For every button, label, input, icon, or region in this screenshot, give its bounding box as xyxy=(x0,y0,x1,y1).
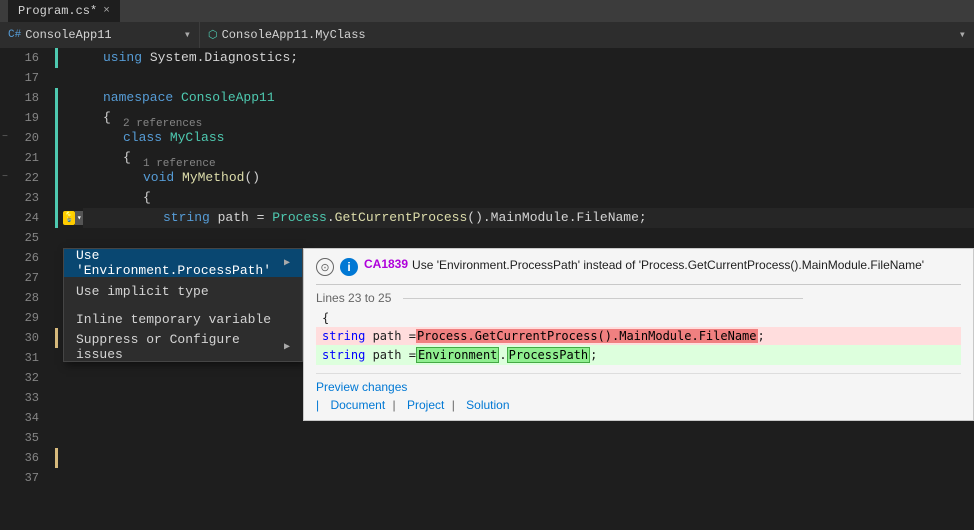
file-dropdown-label: ConsoleApp11 xyxy=(25,28,111,42)
code-line-17 xyxy=(83,68,974,88)
submenu-arrow-3: ▶ xyxy=(284,341,290,353)
info-circle-icon: i xyxy=(340,258,358,276)
info-popup: ⊙ i CA1839 Use 'Environment.ProcessPath'… xyxy=(303,248,974,421)
solution-link[interactable]: Solution xyxy=(466,398,509,412)
footer-links: | Document | Project | Solution xyxy=(316,398,961,412)
diff-line-brace: { xyxy=(316,309,961,327)
gutter-37: 37 xyxy=(0,468,47,488)
gutter-26: 26 xyxy=(0,248,47,268)
gutter-27: 27 xyxy=(0,268,47,288)
code-line-16: using System.Diagnostics; xyxy=(83,48,974,68)
code-line-35 xyxy=(83,428,974,448)
class-dropdown-chevron: ▾ xyxy=(959,27,966,42)
lightbulb-icon[interactable]: 💡 xyxy=(63,211,75,225)
code-line-23: { xyxy=(83,188,974,208)
dropdown-chevron: ▾ xyxy=(184,27,191,42)
menu-item-implicit-type[interactable]: Use implicit type xyxy=(64,277,302,305)
change-indicators xyxy=(55,48,63,530)
diff-label: Lines 23 to 25 xyxy=(316,291,961,305)
gutter-35: 35 xyxy=(0,428,47,448)
gutter-31: 31 xyxy=(0,348,47,368)
submenu-arrow-0: ▶ xyxy=(284,257,290,269)
lightbulb-dropdown-arrow[interactable]: ▾ xyxy=(75,211,83,225)
gutter-34: 34 xyxy=(0,408,47,428)
gutter-25: 25 xyxy=(0,228,47,248)
expand-icon[interactable]: ⊙ xyxy=(316,258,334,276)
gutter-36: 36 xyxy=(0,448,47,468)
menu-item-suppress[interactable]: Suppress or Configure issues ▶ xyxy=(64,333,302,361)
footer-separator: | xyxy=(316,398,319,412)
gutter-16: 16 xyxy=(0,48,47,68)
code-line-36 xyxy=(83,448,974,468)
gutter-32: 32 xyxy=(0,368,47,388)
diff-added-line: string path = Environment . ProcessPath … xyxy=(316,345,961,365)
gutter-22: −22 xyxy=(0,168,47,188)
menu-item-label-use-env: Use 'Environment.ProcessPath' xyxy=(76,248,284,278)
document-link[interactable]: Document xyxy=(330,398,385,412)
gutter-20: −20 xyxy=(0,128,47,148)
added-highlight-env: Environment xyxy=(416,347,499,363)
class-icon: ⬡ xyxy=(208,28,218,42)
code-line-20: 2 references class MyClass xyxy=(83,128,974,148)
gutter-24: 24 xyxy=(0,208,47,228)
gutter-33: 33 xyxy=(0,388,47,408)
menu-item-inline-temp[interactable]: Inline temporary variable xyxy=(64,305,302,333)
csharp-icon: C# xyxy=(8,29,21,41)
added-highlight-path: ProcessPath xyxy=(507,347,590,363)
file-tab[interactable]: Program.cs* × xyxy=(8,0,120,22)
gutter-19: 19 xyxy=(0,108,47,128)
preview-changes-link[interactable]: Preview changes xyxy=(316,373,961,394)
collapse-20[interactable]: − xyxy=(2,128,8,148)
menu-item-label-suppress: Suppress or Configure issues xyxy=(76,332,284,362)
nav-bar: C# ConsoleApp11 ▾ ⬡ ConsoleApp11.MyClass… xyxy=(0,22,974,48)
gutter-18: 18 xyxy=(0,88,47,108)
code-line-25 xyxy=(83,228,974,248)
menu-item-label-inline: Inline temporary variable xyxy=(76,312,271,327)
ca-code: CA1839 xyxy=(364,257,408,271)
gutter-17: 17 xyxy=(0,68,47,88)
gutter-21: 21 xyxy=(0,148,47,168)
diff-removed-line: string path = Process.GetCurrentProcess(… xyxy=(316,327,961,345)
tab-label: Program.cs* xyxy=(18,4,97,18)
diff-section: Lines 23 to 25 { string path = Process.G… xyxy=(316,284,961,365)
removed-highlight: Process.GetCurrentProcess().MainModule.F… xyxy=(416,329,758,343)
class-dropdown-label: ConsoleApp11.MyClass xyxy=(222,28,366,42)
gutter-29: 29 xyxy=(0,308,47,328)
class-dropdown[interactable]: ⬡ ConsoleApp11.MyClass ▾ xyxy=(200,22,974,48)
context-menu: Use 'Environment.ProcessPath' ▶ Use impl… xyxy=(63,248,303,362)
code-line-37 xyxy=(83,468,974,488)
editor-area: 16 17 18 19 −20 21 −22 23 24 25 26 27 28… xyxy=(0,48,974,530)
menu-item-use-env[interactable]: Use 'Environment.ProcessPath' ▶ xyxy=(64,249,302,277)
info-message: Use 'Environment.ProcessPath' instead of… xyxy=(412,257,924,274)
code-line-24: string path = Process.GetCurrentProcess(… xyxy=(83,208,974,228)
gutter-23: 23 xyxy=(0,188,47,208)
gutter-28: 28 xyxy=(0,288,47,308)
gutter-30: 30 xyxy=(0,328,47,348)
menu-item-label-implicit: Use implicit type xyxy=(76,284,209,299)
code-line-21: { xyxy=(83,148,974,168)
file-dropdown[interactable]: C# ConsoleApp11 ▾ xyxy=(0,22,200,48)
code-line-18: namespace ConsoleApp11 xyxy=(83,88,974,108)
close-icon[interactable]: × xyxy=(103,5,110,17)
line-numbers: 16 17 18 19 −20 21 −22 23 24 25 26 27 28… xyxy=(0,48,55,530)
info-header: ⊙ i CA1839 Use 'Environment.ProcessPath'… xyxy=(316,257,961,276)
collapse-22[interactable]: − xyxy=(2,168,8,188)
code-line-19: { xyxy=(83,108,974,128)
info-title: CA1839 Use 'Environment.ProcessPath' ins… xyxy=(364,257,924,274)
lightbulb-row: 💡 ▾ xyxy=(63,208,83,228)
title-bar: Program.cs* × xyxy=(0,0,974,22)
project-link[interactable]: Project xyxy=(407,398,444,412)
code-line-22: 1 reference void MyMethod() xyxy=(83,168,974,188)
